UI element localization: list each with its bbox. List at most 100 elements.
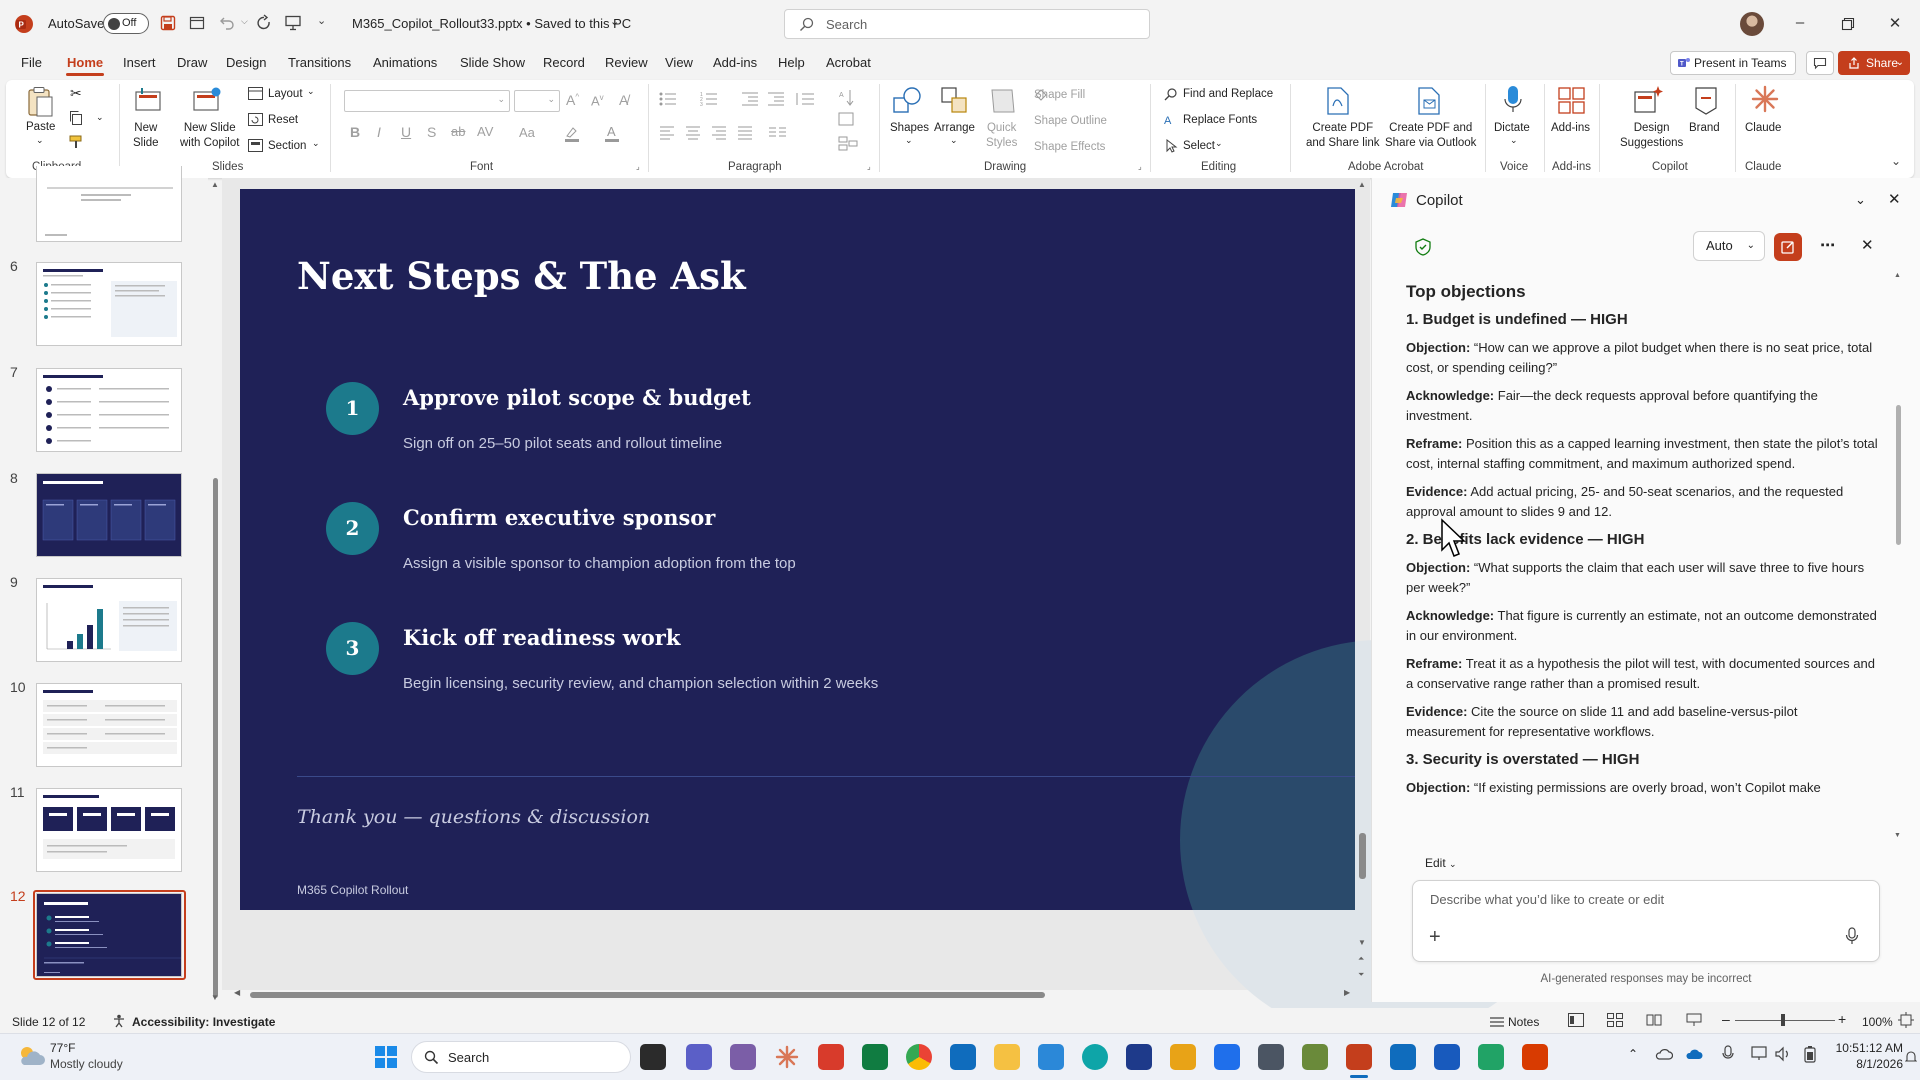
comments-button[interactable] [1806, 51, 1834, 75]
thumbnails-scrollbar[interactable]: ▲ ▼ [209, 178, 221, 1002]
powerpoint-taskbar-icon[interactable] [1346, 1044, 1372, 1070]
slide-thumbnail-8[interactable] [36, 473, 182, 557]
slide-vertical-scrollbar[interactable]: ▲ ▼ ⏶ ⏷ [1355, 178, 1369, 990]
taskbar-date[interactable]: 8/1/2026 [1827, 1057, 1903, 1071]
show-hidden-icons-icon[interactable]: ⌃ [1628, 1047, 1638, 1061]
claude-button[interactable]: Claude [1745, 121, 1781, 136]
create-pdf-outlook-icon[interactable] [1416, 86, 1442, 116]
font-family-select[interactable]: ⌄ [344, 90, 510, 112]
select-button[interactable]: Select [1183, 140, 1215, 152]
tab-record[interactable]: Record [543, 55, 585, 70]
slide-title[interactable]: Next Steps & The Ask [297, 254, 746, 298]
tab-slide-show[interactable]: Slide Show [460, 55, 525, 70]
dictate-icon[interactable] [1502, 84, 1524, 116]
more-options-icon[interactable]: ⋯ [1820, 236, 1835, 254]
close-icon[interactable]: ✕ [1861, 236, 1874, 254]
slide-footer[interactable]: M365 Copilot Rollout [297, 883, 408, 897]
weather-icon[interactable] [16, 1043, 46, 1069]
chevron-down-icon[interactable]: ⌄ [312, 138, 320, 149]
new-window-icon[interactable] [189, 15, 205, 31]
slide-thumbnail-11[interactable] [36, 788, 182, 872]
battery-icon[interactable] [1803, 1045, 1817, 1063]
share-button[interactable]: Share ⌄ [1838, 51, 1910, 75]
zoom-in-icon[interactable]: + [1838, 1011, 1846, 1027]
notes-app-icon[interactable] [1170, 1044, 1196, 1070]
scroll-up-icon[interactable]: ▲ [211, 180, 219, 189]
dialog-launcher-icon[interactable]: ⌟ [867, 162, 871, 171]
font-size-select[interactable]: ⌄ [514, 90, 560, 112]
slide-sorter-icon[interactable] [1607, 1013, 1623, 1027]
microphone-icon[interactable] [1722, 1045, 1734, 1063]
replace-fonts-icon[interactable]: A [1164, 113, 1178, 127]
zoom-slider[interactable] [1735, 1020, 1835, 1021]
scroll-down-icon[interactable]: ▼ [1358, 938, 1366, 947]
tab-transitions[interactable]: Transitions [288, 55, 351, 70]
shape-effects-button[interactable]: Shape Effects [1034, 141, 1105, 153]
slide-thumbnail-6[interactable] [36, 262, 182, 346]
tab-animations[interactable]: Animations [373, 55, 437, 70]
scroll-down-icon[interactable]: ▼ [211, 993, 219, 1002]
chevron-down-icon[interactable]: ⌄ [610, 15, 619, 28]
shield-check-icon[interactable] [1415, 238, 1431, 256]
pane-options-icon[interactable]: ⌄ [1855, 192, 1866, 208]
columns-icon[interactable] [768, 126, 792, 140]
section-icon[interactable] [248, 139, 263, 152]
convert-to-smartart-icon[interactable] [838, 136, 858, 152]
increase-font-size-icon[interactable]: A^ [566, 92, 579, 108]
chevron-down-icon[interactable]: ⌄ [307, 86, 315, 97]
publisher-icon[interactable] [1522, 1044, 1548, 1070]
select-icon[interactable] [1164, 139, 1178, 153]
underline-icon[interactable]: U [401, 124, 411, 140]
minimize-icon[interactable]: – [1790, 14, 1810, 34]
accessibility-status[interactable]: Accessibility: Investigate [132, 1015, 275, 1029]
undo-icon[interactable] [218, 14, 236, 32]
chevron-down-icon[interactable]: ⌄ [905, 135, 913, 146]
scrollbar-thumb[interactable] [1896, 405, 1901, 545]
sharepoint-icon[interactable] [1390, 1044, 1416, 1070]
chevron-down-icon[interactable]: ⌄ [950, 135, 958, 146]
excel-icon[interactable] [862, 1044, 888, 1070]
arrange-button[interactable]: Arrange [934, 121, 975, 136]
copy-icon[interactable] [68, 110, 84, 126]
increase-indent-icon[interactable] [767, 91, 785, 107]
calc-app-icon[interactable] [1478, 1044, 1504, 1070]
slide-closing-text[interactable]: Thank you — questions & discussion [297, 806, 650, 828]
windows-start-icon[interactable] [374, 1045, 398, 1069]
shapes-button[interactable]: Shapes [890, 121, 929, 136]
strikethrough-icon[interactable]: ab [451, 124, 465, 139]
taskbar-time[interactable]: 10:51:12 AM [1827, 1041, 1903, 1055]
tab-draw[interactable]: Draw [177, 55, 207, 70]
shape-outline-button[interactable]: Shape Outline [1034, 115, 1107, 127]
close-icon[interactable]: ✕ [1885, 14, 1905, 34]
text-direction-icon[interactable]: A [838, 88, 858, 108]
collapse-ribbon-icon[interactable]: ⌄ [1891, 154, 1901, 168]
arrange-icon[interactable] [940, 86, 970, 116]
task-view-icon[interactable] [640, 1044, 666, 1070]
tab-insert[interactable]: Insert [123, 55, 156, 70]
onedrive-icon[interactable] [1685, 1047, 1703, 1061]
layout-icon[interactable] [248, 87, 263, 100]
design-suggestions-button[interactable]: Design Suggestions [1620, 121, 1683, 151]
slide-count-status[interactable]: Slide 12 of 12 [12, 1015, 85, 1029]
slide-thumbnail-9[interactable] [36, 578, 182, 662]
notes-button[interactable]: Notes [1508, 1015, 1539, 1029]
new-slide-with-copilot-button[interactable]: New Slide with Copilot [180, 121, 239, 151]
notifications-icon[interactable] [1905, 1050, 1917, 1064]
decrease-indent-icon[interactable] [741, 91, 759, 107]
brand-button[interactable]: Brand [1689, 121, 1720, 136]
decrease-font-size-icon[interactable]: Av [591, 93, 604, 108]
numbering-icon[interactable]: 123 [700, 91, 720, 107]
tab-acrobat[interactable]: Acrobat [826, 55, 871, 70]
save-icon[interactable] [160, 15, 176, 31]
scroll-up-icon[interactable]: ▲ [1358, 180, 1366, 189]
word-icon[interactable] [1434, 1044, 1460, 1070]
slide-thumbnail-5[interactable] [36, 166, 182, 242]
next-slide-icon[interactable]: ⏷ [1358, 970, 1364, 980]
new-slide-button[interactable]: New Slide [133, 121, 159, 151]
clear-formatting-icon[interactable]: A̸ [619, 92, 628, 108]
shapes-icon[interactable] [892, 86, 924, 116]
layout-button[interactable]: Layout [268, 88, 303, 100]
step-title[interactable]: Approve pilot scope & budget [403, 385, 751, 410]
align-text-icon[interactable] [838, 112, 858, 128]
new-slide-icon[interactable] [134, 86, 164, 116]
